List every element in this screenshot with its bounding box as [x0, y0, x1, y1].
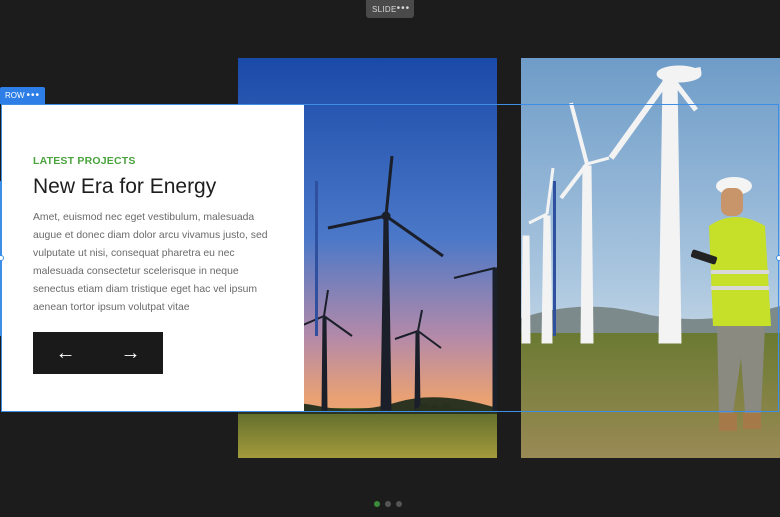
pagination-dot[interactable]: [385, 501, 391, 507]
prev-arrow-button[interactable]: ←: [33, 332, 98, 374]
row-label: ROW: [5, 91, 25, 100]
arrow-right-icon: →: [120, 341, 141, 364]
arrow-left-icon: ←: [55, 341, 76, 364]
row-toolbar[interactable]: ROW •••: [0, 87, 45, 104]
card-title: New Era for Energy: [33, 175, 217, 198]
pagination-dot[interactable]: [374, 501, 380, 507]
resize-handle-right[interactable]: [776, 255, 780, 261]
column-divider: [315, 181, 318, 336]
slide-options-icon[interactable]: •••: [397, 4, 411, 14]
slider-pagination: [374, 501, 402, 507]
card-body-text: Amet, euismod nec eget vestibulum, males…: [33, 212, 268, 313]
pagination-dot[interactable]: [396, 501, 402, 507]
eyebrow-label: LATEST PROJECTS: [33, 155, 136, 167]
content-card: LATEST PROJECTS New Era for Energy Amet,…: [1, 105, 304, 411]
next-arrow-button[interactable]: →: [98, 332, 163, 374]
slide-label: SLIDE: [372, 4, 397, 14]
slide-toolbar[interactable]: SLIDE •••: [366, 0, 414, 18]
column-divider: [553, 181, 556, 336]
engineer-wind-farm-image: [521, 58, 780, 458]
slider-nav: ← →: [33, 332, 163, 374]
row-options-icon[interactable]: •••: [26, 90, 40, 101]
